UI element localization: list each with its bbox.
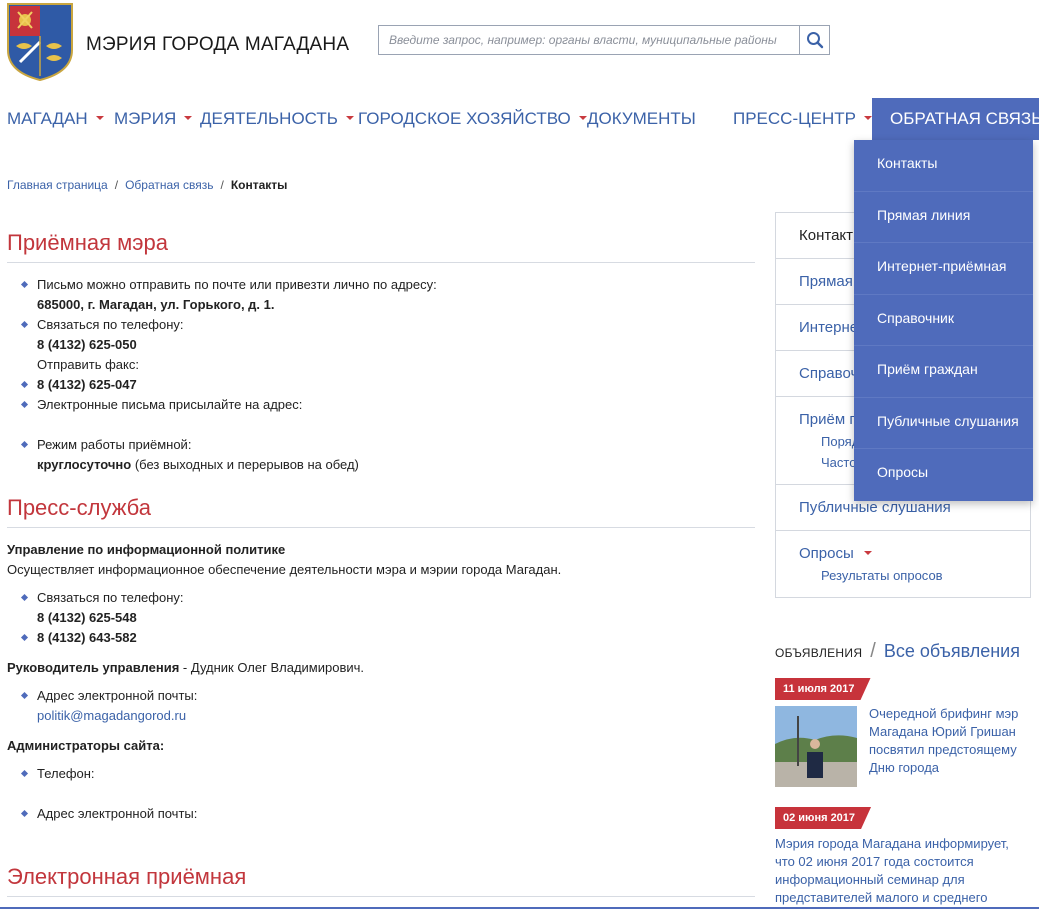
caret-down-icon (345, 116, 354, 121)
list-item: Адрес электронной почты: politik@magadan… (7, 686, 755, 726)
nav-item-meriya[interactable]: МЭРИЯ (114, 98, 193, 140)
main-nav: МАГАДАН МЭРИЯ ДЕЯТЕЛЬНОСТЬ ГОРОДСКОЕ ХОЗ… (0, 98, 1039, 140)
dropdown-item-public-hearings[interactable]: Публичные слушания (854, 398, 1033, 449)
breadcrumb-current: Контакты (230, 178, 288, 192)
nav-item-documents[interactable]: ДОКУМЕНТЫ (587, 98, 696, 140)
announcements-label: ОБЪЯВЛЕНИЯ (775, 646, 863, 660)
list-item: 8 (4132) 643-582 (7, 628, 755, 648)
press-head: Руководитель управления - Дудник Олег Вл… (7, 660, 365, 675)
phone-number: 8 (4132) 643-582 (37, 630, 137, 645)
news-item-title[interactable]: Очередной брифинг мэр Магадана Юрий Гриш… (869, 705, 1029, 777)
press-email-list: Адрес электронной почты: politik@magadan… (7, 686, 755, 726)
sidebar-subitem-poll-results[interactable]: Результаты опросов (799, 568, 1030, 583)
search-input[interactable]: Введите запрос, например: органы власти,… (379, 26, 799, 54)
list-item: Адрес электронной почты: (7, 804, 755, 824)
list-item: Связаться по телефону: 8 (4132) 625-050 … (7, 315, 755, 375)
address: 685000, г. Магадан, ул. Горького, д. 1. (37, 297, 275, 312)
press-description: Осуществляет информационное обеспечение … (7, 562, 562, 577)
site-title[interactable]: МЭРИЯ ГОРОДА МАГАДАНА (86, 34, 349, 56)
sidebar-item-polls[interactable]: Опросы Результаты опросов (776, 531, 1030, 597)
all-announcements-link[interactable]: Все объявления (884, 641, 1020, 661)
dropdown-item-citizen-reception[interactable]: Приём граждан (854, 346, 1033, 398)
feedback-dropdown-menu: Контакты Прямая линия Интернет-приёмная … (854, 140, 1033, 501)
list-item: Телефон: (7, 764, 755, 804)
nav-item-feedback[interactable]: ОБРАТНАЯ СВЯЗЬ (872, 98, 1039, 140)
coat-of-arms-logo[interactable] (6, 2, 74, 82)
dropdown-item-internet-reception[interactable]: Интернет-приёмная (854, 243, 1033, 295)
caret-down-icon (863, 550, 872, 555)
search-button[interactable] (799, 26, 829, 54)
caret-down-icon (184, 116, 193, 121)
phone-number: 8 (4132) 625-050 (37, 337, 137, 352)
dropdown-item-directory[interactable]: Справочник (854, 295, 1033, 346)
fax-number: 8 (4132) 625-047 (37, 377, 137, 392)
dropdown-item-hotline[interactable]: Прямая линия (854, 192, 1033, 243)
nav-item-city-economy[interactable]: ГОРОДСКОЕ ХОЗЯЙСТВО (358, 98, 587, 140)
announcements-header: ОБЪЯВЛЕНИЯ / Все объявления (775, 640, 1020, 662)
admins-list: Телефон: Адрес электронной почты: (7, 764, 755, 824)
news-date-badge: 02 июня 2017 (775, 807, 871, 829)
dropdown-item-contacts[interactable]: Контакты (854, 140, 1033, 192)
news-item-title[interactable]: Мэрия города Магадана информирует, что 0… (775, 835, 1031, 907)
reception-list: Письмо можно отправить по почте или прив… (7, 275, 755, 475)
caret-down-icon (95, 116, 104, 121)
breadcrumb: Главная страница / Обратная связь / Контакты (7, 178, 288, 192)
reception-heading: Приёмная мэра (7, 230, 755, 263)
dropdown-item-polls[interactable]: Опросы (854, 449, 1033, 501)
search-bar: Введите запрос, например: органы власти,… (378, 25, 830, 55)
list-item: Электронные письма присылайте на адрес: (7, 395, 755, 435)
list-item: 8 (4132) 625-047 (7, 375, 755, 395)
e-reception-heading: Электронная приёмная (7, 864, 755, 897)
list-item: Режим работы приёмной: круглосуточно (бе… (7, 435, 755, 475)
main-content: Приёмная мэра Письмо можно отправить по … (7, 230, 755, 897)
breadcrumb-feedback[interactable]: Обратная связь (125, 178, 213, 192)
press-email-link[interactable]: politik@magadangorod.ru (37, 706, 755, 726)
list-item: Письмо можно отправить по почте или прив… (7, 275, 755, 315)
press-heading: Пресс-служба (7, 495, 755, 528)
caret-down-icon (578, 116, 587, 121)
news-date-badge: 11 июля 2017 (775, 678, 871, 700)
press-department: Управление по информационной политике (7, 542, 286, 557)
press-phone-list: Связаться по телефону: 8 (4132) 625-548 … (7, 588, 755, 648)
search-icon (806, 32, 823, 49)
phone-number: 8 (4132) 625-548 (37, 610, 137, 625)
caret-down-icon (864, 116, 873, 121)
admins-label: Администраторы сайта: (7, 738, 165, 753)
list-item: Связаться по телефону: 8 (4132) 625-548 (7, 588, 755, 628)
news-thumbnail[interactable] (775, 706, 857, 787)
breadcrumb-home[interactable]: Главная страница (7, 178, 108, 192)
nav-item-magadan[interactable]: МАГАДАН (7, 98, 104, 140)
nav-item-activity[interactable]: ДЕЯТЕЛЬНОСТЬ (200, 98, 354, 140)
nav-item-press-center[interactable]: ПРЕСС-ЦЕНТР (733, 98, 873, 140)
